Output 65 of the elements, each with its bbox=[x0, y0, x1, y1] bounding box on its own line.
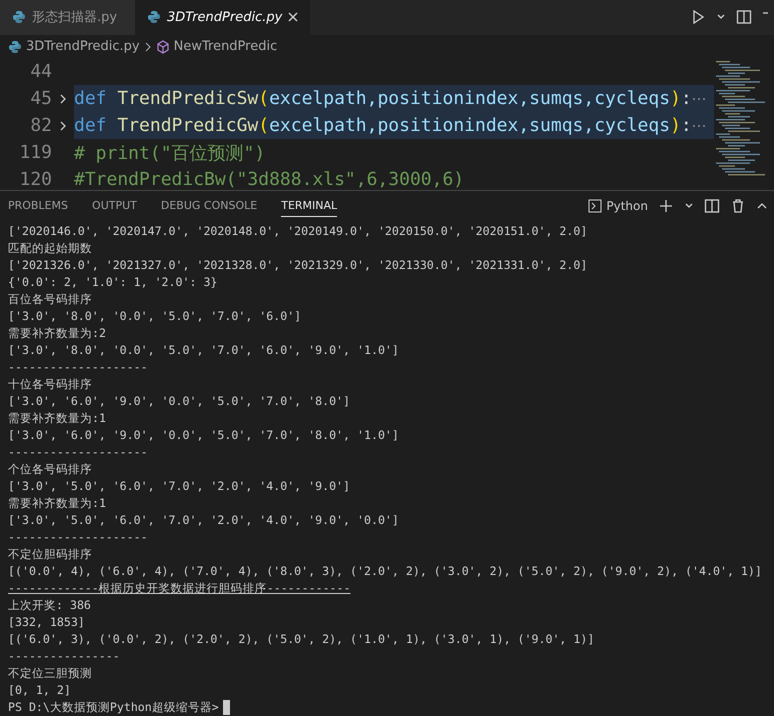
terminal-line: ['2021326.0', '2021327.0', '2021328.0', '2021329.0', '2021330.0', '2021331.0', 2.0] bbox=[8, 257, 588, 274]
panel-tab[interactable]: OUTPUT bbox=[92, 194, 137, 217]
terminal-line: ['3.0', '8.0', '0.0', '5.0', '7.0', '6.0'] bbox=[8, 308, 302, 326]
terminal-line: 个位各号码排序 bbox=[8, 461, 93, 478]
fold-chevron-icon[interactable] bbox=[59, 92, 67, 105]
terminal-line: ['3.0', '5.0', '6.0', '7.0', '2.0', '4.0', '9.0'] bbox=[8, 478, 352, 496]
folded-ellipsis-icon[interactable] bbox=[692, 96, 706, 101]
terminal-line: -------------------- bbox=[8, 359, 149, 376]
code-line: #TrendPredicBw("3d888.xls",6,3000,6) bbox=[74, 169, 464, 190]
terminal-shell-selector[interactable]: Python bbox=[588, 198, 648, 213]
terminal-line: [('0.0', 4), ('6.0', 4), ('7.0', 4), ('8.0', 3), ('2.0', 2), ('3.0', 2), ('5.0', 2), ('9.0', 2), ('4.0', 1)] bbox=[8, 563, 763, 580]
line-number: 119 bbox=[18, 142, 52, 164]
terminal-line: ['3.0', '6.0', '9.0', '0.0', '5.0', '7.0', '8.0'] bbox=[8, 393, 352, 410]
terminal-line: [332, 1853] bbox=[8, 614, 86, 632]
line-number: 120 bbox=[18, 169, 52, 190]
python-file-icon bbox=[147, 10, 161, 24]
terminal-line: 需要补齐数量为:1 bbox=[8, 495, 107, 512]
editor-tab[interactable]: 形态扫描器.py bbox=[0, 0, 135, 35]
trash-icon[interactable] bbox=[730, 198, 746, 214]
terminal-line: 十位各号码排序 bbox=[8, 376, 93, 394]
plus-icon[interactable] bbox=[658, 198, 674, 214]
terminal-line: ['2020146.0', '2020147.0', '2020148.0', '2020149.0', '2020150.0', '2020151.0', 2.0] bbox=[8, 223, 588, 240]
terminal-prompt: PS D:\大数据预测Python超级缩号器> bbox=[8, 699, 219, 716]
line-number: 44 bbox=[29, 61, 52, 82]
fold-chevron-icon[interactable] bbox=[59, 120, 67, 132]
breadcrumb-item[interactable]: 3DTrendPredic.py bbox=[26, 39, 140, 54]
chevron-right-icon bbox=[144, 42, 152, 52]
terminal-line: 百位各号码排序 bbox=[8, 291, 93, 308]
terminal-line: 不定位三胆预测 bbox=[8, 665, 93, 682]
python-file-icon bbox=[12, 10, 26, 24]
terminal-line: 上次开奖: 386 bbox=[8, 597, 92, 614]
tab-label: 形态扫描器.py bbox=[32, 9, 118, 26]
tab-label: 3DTrendPredic.py bbox=[167, 10, 282, 25]
line-number: 45 bbox=[29, 88, 52, 110]
terminal-line: ---------------- bbox=[8, 648, 121, 666]
close-icon[interactable] bbox=[288, 12, 298, 22]
python-file-icon bbox=[8, 40, 22, 54]
terminal-line: 需要补齐数量为:2 bbox=[8, 325, 107, 342]
terminal-line: -------------根据历史开奖数据进行胆码排序------------ bbox=[8, 580, 352, 598]
panel-tab[interactable]: DEBUG CONSOLE bbox=[160, 194, 258, 217]
text-cursor bbox=[222, 700, 230, 716]
breadcrumb-item[interactable]: NewTrendPredic bbox=[174, 39, 278, 54]
terminal-line: [0, 1, 2] bbox=[8, 682, 72, 700]
code-line: # print("百位预测") bbox=[74, 142, 266, 165]
split-terminal-icon[interactable] bbox=[704, 198, 720, 214]
terminal-line: ['3.0', '8.0', '0.0', '5.0', '7.0', '6.0', '9.0', '1.0'] bbox=[8, 342, 400, 360]
terminal-line: 匹配的起始期数 bbox=[8, 240, 93, 258]
code-line: def TrendPredicSw(excelpath,positionindex,sumqs,cycleqs): bbox=[74, 88, 692, 110]
terminal-icon bbox=[588, 198, 602, 213]
folded-ellipsis-icon[interactable] bbox=[692, 124, 706, 128]
terminal-line: ['3.0', '6.0', '9.0', '0.0', '5.0', '7.0', '8.0', '1.0'] bbox=[8, 427, 400, 444]
terminal-line: [('6.0', 3), ('0.0', 2), ('2.0', 2), ('5.0', 2), ('1.0', 1), ('3.0', 1), ('9.0', 1)] bbox=[8, 631, 596, 648]
line-number: 82 bbox=[29, 115, 52, 136]
terminal-line: ['3.0', '5.0', '6.0', '7.0', '2.0', '4.0', '9.0', '0.0'] bbox=[8, 512, 400, 530]
terminal-line: -------------------- bbox=[8, 444, 149, 462]
panel-tab[interactable]: PROBLEMS bbox=[8, 194, 68, 217]
split-editor-icon[interactable] bbox=[736, 9, 752, 26]
terminal-line: 不定位胆码排序 bbox=[8, 546, 93, 564]
terminal-line: {'0.0': 2, '1.0': 1, '2.0': 3} bbox=[8, 274, 218, 292]
terminal-line: 需要补齐数量为:1 bbox=[8, 410, 107, 428]
code-line: def TrendPredicGw(excelpath,positionindex,sumqs,cycleqs): bbox=[74, 115, 692, 136]
cube-icon bbox=[156, 40, 170, 54]
editor-tab[interactable]: 3DTrendPredic.py bbox=[135, 0, 310, 35]
terminal-line: -------------------- bbox=[8, 529, 149, 546]
panel-tab[interactable]: TERMINAL bbox=[281, 194, 338, 217]
